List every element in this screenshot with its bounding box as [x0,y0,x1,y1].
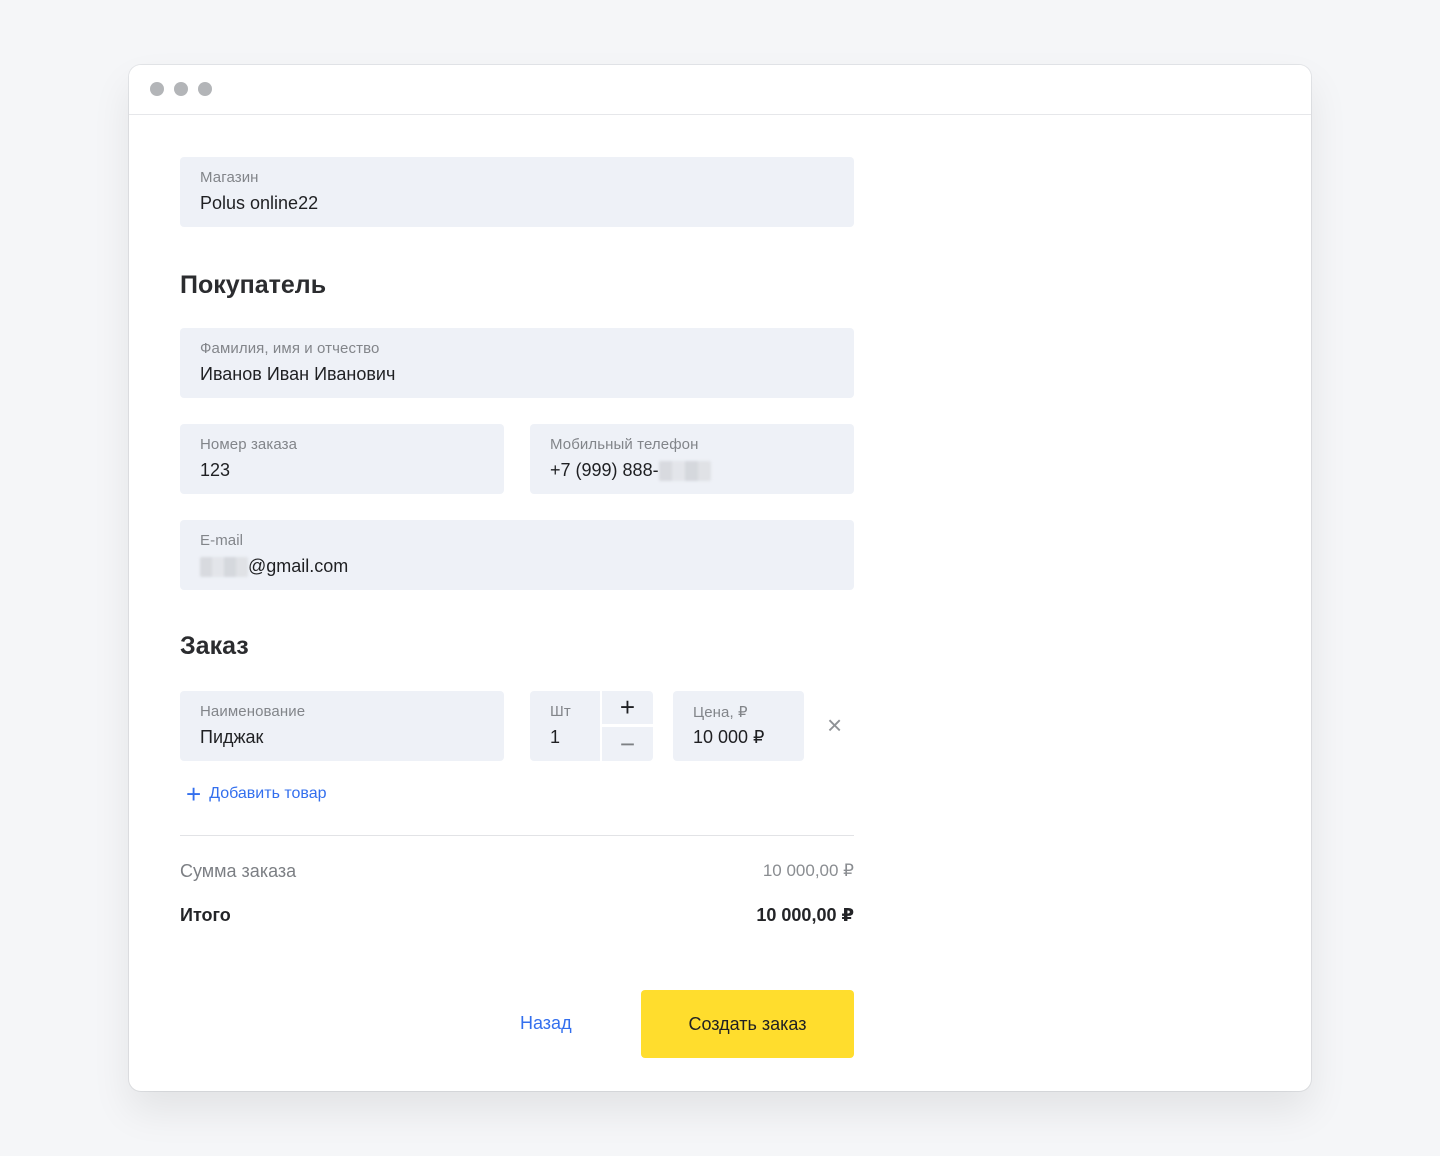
add-item-label: Добавить товар [209,785,327,802]
store-field[interactable]: Магазин Polus online22 [180,157,854,227]
browser-window: Магазин Polus online22 Покупатель Фамили… [129,65,1311,1091]
total-label: Итого [180,905,231,925]
quantity-increment-button[interactable]: + [602,691,653,724]
full-name-value: Иванов Иван Иванович [200,364,396,384]
summary-divider [180,835,854,836]
add-item-button[interactable]: + Добавить товар [186,779,327,809]
email-label: E-mail [200,532,244,549]
phone-redacted [658,461,711,482]
price-field[interactable]: Цена, ₽ 10 000 ₽ [673,691,804,761]
phone-field[interactable]: Мобильный телефон +7 (999) 888- [530,424,854,494]
create-order-button[interactable]: Создать заказ [641,990,854,1058]
quantity-value: 1 [550,727,561,747]
email-value: @gmail.com [248,556,349,576]
subtotal-label: Сумма заказа [180,861,297,881]
buyer-heading: Покупатель [180,271,327,299]
full-name-field[interactable]: Фамилия, имя и отчество Иванов Иван Иван… [180,328,854,398]
window-titlebar [129,65,1311,115]
order-number-field[interactable]: Номер заказа 123 [180,424,504,494]
email-redacted [200,557,248,578]
phone-value-wrap: +7 (999) 888- [550,460,711,482]
quantity-field[interactable]: Шт 1 [530,691,600,761]
window-dot-icon [150,82,164,96]
plus-icon: + [186,779,202,809]
price-label: Цена, ₽ [693,704,748,721]
quantity-decrement-button[interactable]: − [602,727,653,761]
window-dot-icon [198,82,212,96]
store-label: Магазин [200,169,259,186]
back-button[interactable]: Назад [520,1013,572,1034]
remove-item-close-icon[interactable]: × [827,712,842,738]
total-value: 10 000,00 ₽ [756,905,854,925]
subtotal-value: 10 000,00 ₽ [762,861,854,880]
page-background: Магазин Polus online22 Покупатель Фамили… [0,0,1440,1156]
email-field[interactable]: E-mail @gmail.com [180,520,854,590]
store-value: Polus online22 [200,193,319,213]
phone-value: +7 (999) 888- [550,460,659,480]
window-dot-icon [174,82,188,96]
full-name-label: Фамилия, имя и отчество [200,340,380,357]
item-name-label: Наименование [200,703,306,720]
item-name-value: Пиджак [200,727,264,747]
quantity-label: Шт [550,703,571,720]
price-value: 10 000 ₽ [693,727,765,747]
phone-label: Мобильный телефон [550,436,699,453]
email-value-wrap: @gmail.com [200,556,349,578]
order-number-value: 123 [200,460,231,480]
order-heading: Заказ [180,632,249,660]
subtotal-row: Сумма заказа 10 000,00 ₽ [180,861,854,882]
order-number-label: Номер заказа [200,436,298,453]
item-name-field[interactable]: Наименование Пиджак [180,691,504,761]
total-row: Итого 10 000,00 ₽ [180,905,854,926]
